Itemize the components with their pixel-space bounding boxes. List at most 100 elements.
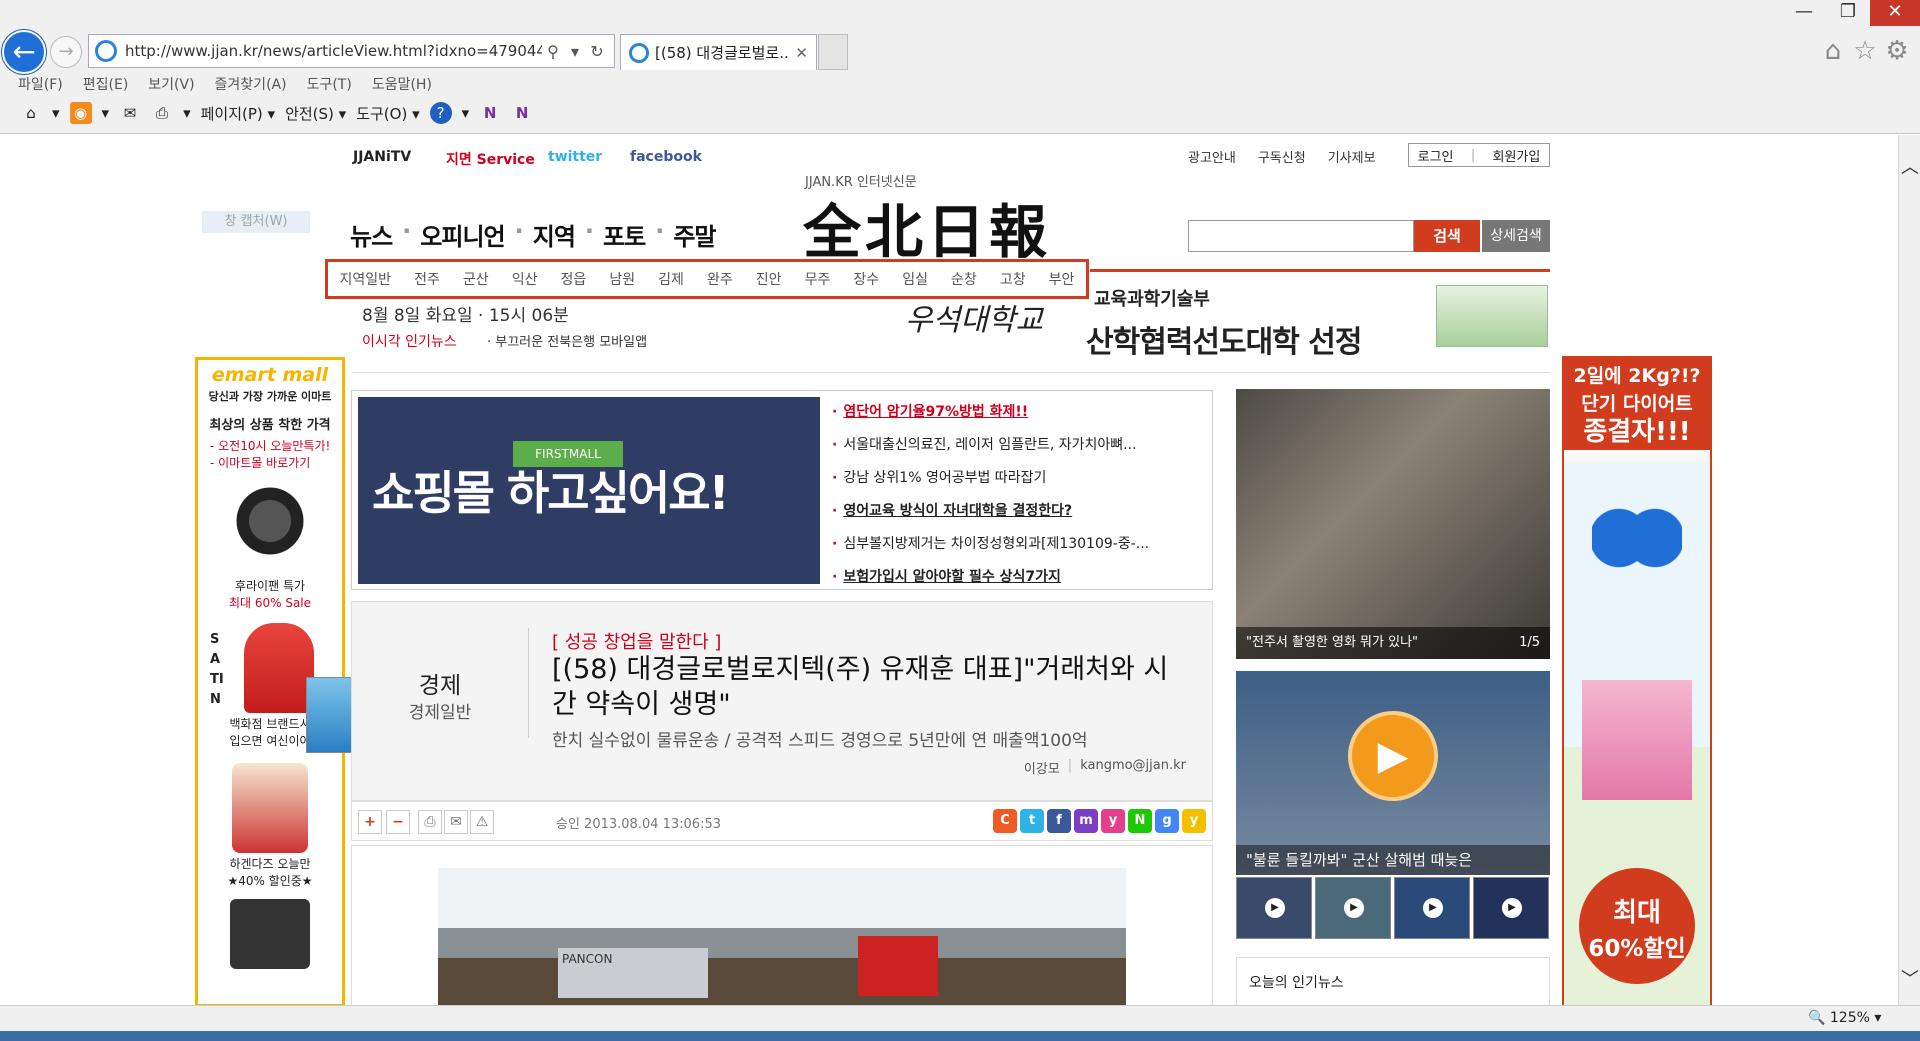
- favorites-star-icon[interactable]: ☆: [1850, 36, 1880, 66]
- vertical-scrollbar[interactable]: ︿ ﹀: [1898, 135, 1920, 1005]
- popular-item[interactable]: · 부끄러운 전북은행 모바일앱: [487, 331, 647, 350]
- subnav-item[interactable]: 고창: [1000, 269, 1026, 289]
- search-icon[interactable]: ⚲: [542, 42, 564, 61]
- new-tab-button[interactable]: [818, 34, 848, 70]
- author-email[interactable]: kangmo@jjan.kr: [1080, 758, 1186, 777]
- dropdown-icon[interactable]: ▾: [564, 42, 586, 61]
- promo-link[interactable]: · 서울대출신의료진, 레이저 임플란트, 자가치아뼈...: [832, 434, 1202, 454]
- tip-link[interactable]: 기사제보: [1328, 147, 1376, 166]
- play-icon[interactable]: ▶: [1348, 711, 1438, 801]
- video-thumb[interactable]: ▶: [1315, 877, 1391, 939]
- site-logo[interactable]: 全北日報: [803, 185, 1051, 269]
- login-link[interactable]: 로그인: [1418, 146, 1454, 165]
- subnav-item[interactable]: 익산: [512, 269, 538, 289]
- zoom-level[interactable]: 🔍 125% ▾: [1808, 1010, 1881, 1026]
- promo-link[interactable]: · 영어교육 방식이 자녀대학을 결정한다?: [832, 500, 1202, 520]
- print-dropdown-icon[interactable]: ▾: [183, 104, 191, 122]
- video-thumb[interactable]: ▶: [1236, 877, 1312, 939]
- scroll-down-icon[interactable]: ﹀: [1899, 965, 1920, 991]
- print-icon[interactable]: ⎙: [151, 102, 173, 124]
- forward-button[interactable]: →: [50, 36, 82, 68]
- subnav-item[interactable]: 전주: [414, 269, 440, 289]
- ad-info-link[interactable]: 광고안내: [1188, 147, 1236, 166]
- safety-menu[interactable]: 안전(S) ▾: [285, 103, 346, 124]
- univ-logo[interactable]: 우석대학교: [905, 295, 1043, 339]
- menu-view[interactable]: 보기(V): [148, 74, 194, 94]
- menu-file[interactable]: 파일(F): [18, 74, 63, 94]
- email-article-icon[interactable]: ✉: [444, 810, 468, 834]
- me2day-share-icon[interactable]: m: [1074, 809, 1098, 833]
- search-button[interactable]: 검색: [1414, 220, 1480, 252]
- univ-ad-line2[interactable]: 산학협력선도대학 선정: [1086, 317, 1362, 361]
- facebook-link[interactable]: facebook: [630, 149, 702, 165]
- minimize-button[interactable]: —: [1782, 0, 1826, 26]
- nav-weekend[interactable]: 주말: [673, 217, 716, 252]
- rss-dropdown-icon[interactable]: ▾: [102, 104, 110, 122]
- page-menu[interactable]: 페이지(P) ▾: [201, 103, 275, 124]
- font-decrease-button[interactable]: −: [386, 810, 410, 834]
- subnav-item[interactable]: 김제: [658, 269, 684, 289]
- promo-link[interactable]: · 심부볼지방제거는 차이정성형외과[제130109-중-...: [832, 533, 1202, 553]
- twitter-link[interactable]: twitter: [548, 149, 602, 165]
- address-bar[interactable]: http://www.jjan.kr/news/articleView.html…: [88, 34, 615, 68]
- subnav-item[interactable]: 정읍: [561, 269, 587, 289]
- join-link[interactable]: 회원가입: [1492, 146, 1540, 165]
- article-photo[interactable]: PANCON: [438, 868, 1126, 1005]
- diet-ad[interactable]: 2일에 2Kg?!? 단기 다이어트 종결자!!! 최대 60%할인: [1562, 356, 1712, 1005]
- onenote-linked-icon[interactable]: N: [511, 102, 533, 124]
- home-dropdown-icon[interactable]: ▾: [52, 104, 60, 122]
- paper-service-link[interactable]: 지면 Service: [446, 149, 535, 169]
- subnav-item[interactable]: 장수: [853, 269, 879, 289]
- detail-search-button[interactable]: 상세검색: [1482, 220, 1550, 252]
- close-tab-icon[interactable]: ✕: [795, 44, 808, 62]
- back-button[interactable]: ←: [2, 30, 46, 74]
- browser-tab[interactable]: [(58) 대경글로벌로... ✕: [620, 34, 817, 70]
- video-news[interactable]: ▶ "불륜 들킬까봐" 군산 살해범 때늦은: [1236, 671, 1550, 875]
- tools-menu[interactable]: 도구(O) ▾: [356, 103, 419, 124]
- video-thumb[interactable]: ▶: [1394, 877, 1470, 939]
- menu-edit[interactable]: 편집(E): [83, 74, 129, 94]
- settings-gear-icon[interactable]: ⚙: [1882, 36, 1912, 66]
- scroll-up-icon[interactable]: ︿: [1899, 153, 1920, 179]
- nav-opinion[interactable]: 오피니언: [420, 217, 505, 252]
- subnav-item[interactable]: 부안: [1049, 269, 1075, 289]
- nav-photo[interactable]: 포토: [603, 217, 646, 252]
- yozm-share-icon[interactable]: y: [1101, 809, 1125, 833]
- cyworld-share-icon[interactable]: C: [993, 809, 1017, 833]
- onenote-icon[interactable]: N: [479, 102, 501, 124]
- refresh-icon[interactable]: ↻: [586, 42, 608, 61]
- photo-news[interactable]: "전주서 촬영한 영화 뭐가 있나" 1/5: [1236, 389, 1550, 659]
- promo-link[interactable]: · 강남 상위1% 영어공부법 따라잡기: [832, 467, 1202, 487]
- rss-icon[interactable]: ◉: [69, 102, 92, 124]
- subscribe-link[interactable]: 구독신청: [1258, 147, 1306, 166]
- naver-share-icon[interactable]: N: [1128, 809, 1152, 833]
- google-share-icon[interactable]: g: [1155, 809, 1179, 833]
- help-dropdown-icon[interactable]: ▾: [462, 104, 470, 122]
- subnav-item[interactable]: 순창: [951, 269, 977, 289]
- promo-link[interactable]: · 염단어 암기율97%방법 화제!!: [832, 401, 1202, 421]
- mail-icon[interactable]: ✉: [119, 102, 141, 124]
- close-window-button[interactable]: ✕: [1870, 0, 1920, 26]
- subnav-item[interactable]: 지역일반: [340, 269, 392, 289]
- yahoo-share-icon[interactable]: y: [1182, 809, 1206, 833]
- home-icon[interactable]: ⌂: [1818, 36, 1848, 66]
- report-icon[interactable]: ⚠: [470, 810, 494, 834]
- menu-favorites[interactable]: 즐겨찾기(A): [215, 74, 287, 94]
- search-input[interactable]: [1188, 220, 1414, 252]
- shopping-banner[interactable]: 쇼핑몰 하고싶어요! FIRSTMALL: [358, 397, 820, 584]
- facebook-share-icon[interactable]: f: [1047, 809, 1071, 833]
- maximize-button[interactable]: ❐: [1826, 0, 1870, 26]
- menu-tools[interactable]: 도구(T): [307, 74, 352, 94]
- help-icon[interactable]: ?: [429, 102, 452, 124]
- nav-news[interactable]: 뉴스: [350, 217, 393, 252]
- jjantv-link[interactable]: JJANiTV: [353, 149, 411, 165]
- video-thumb[interactable]: ▶: [1473, 877, 1549, 939]
- address-url[interactable]: http://www.jjan.kr/news/articleView.html…: [125, 42, 542, 60]
- promo-link[interactable]: · 보험가입시 알아야할 필수 상식7가지: [832, 566, 1202, 586]
- menu-help[interactable]: 도움말(H): [372, 74, 432, 94]
- print-article-icon[interactable]: ⎙: [418, 810, 442, 834]
- subnav-item[interactable]: 완주: [707, 269, 733, 289]
- home-cmd-icon[interactable]: ⌂: [20, 102, 42, 124]
- subnav-item[interactable]: 군산: [463, 269, 489, 289]
- nav-region[interactable]: 지역: [533, 217, 576, 252]
